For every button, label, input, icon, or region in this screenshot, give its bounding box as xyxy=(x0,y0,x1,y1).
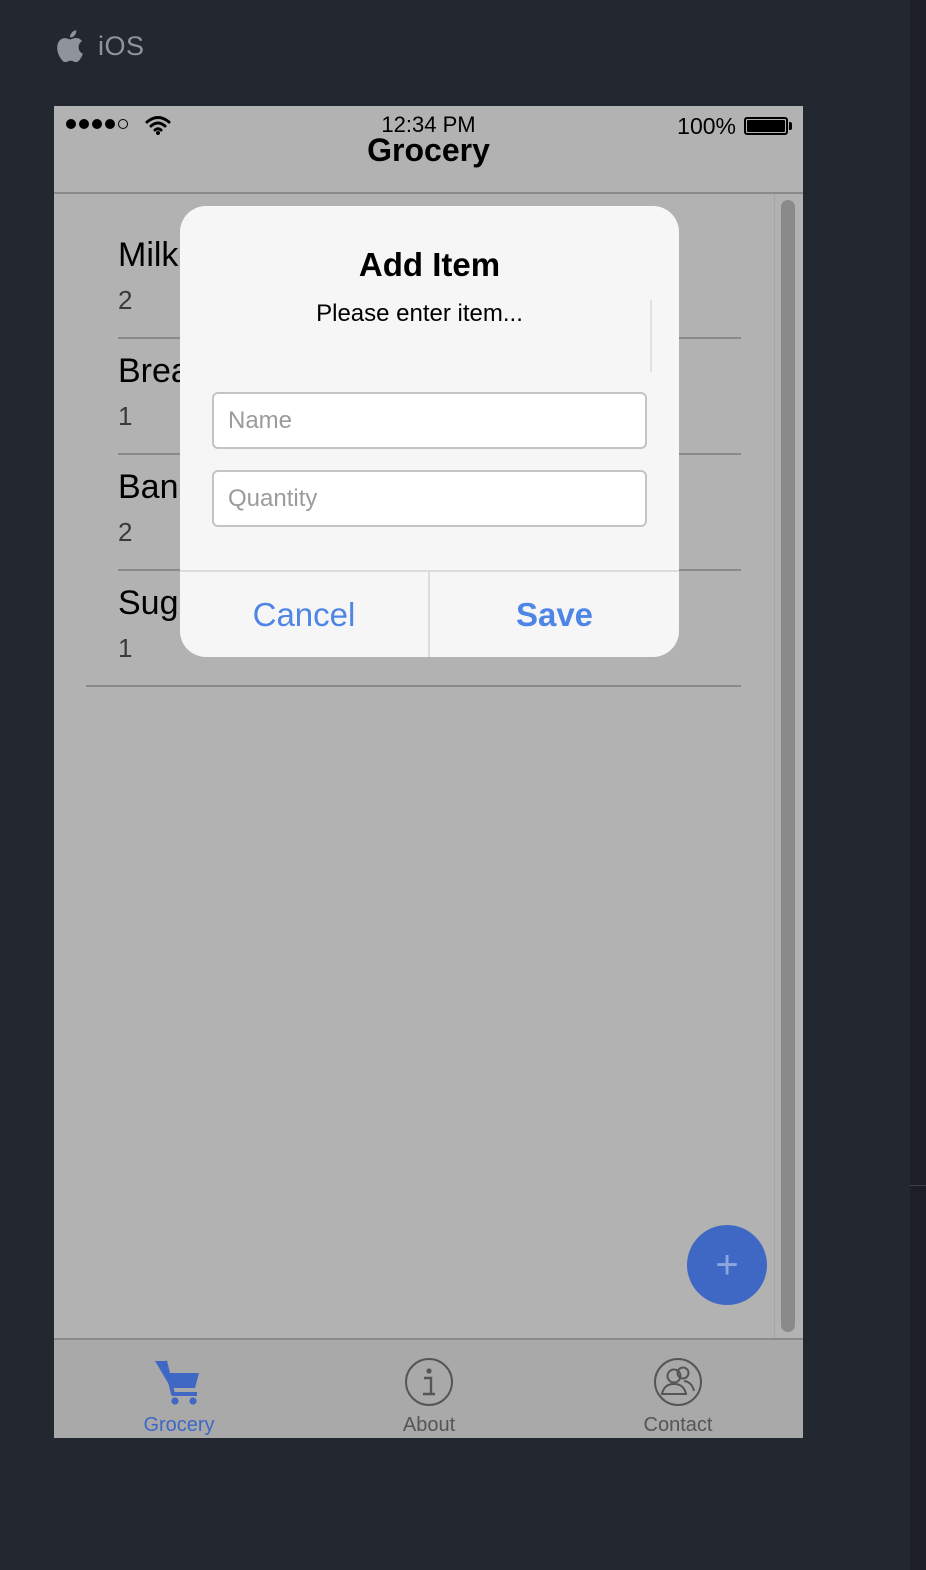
cart-icon xyxy=(155,1360,199,1405)
dialog-title: Add Item xyxy=(358,246,501,283)
add-item-dialog: Add Item Please enter item... Cancel Sav… xyxy=(180,206,679,657)
page-title: Grocery xyxy=(367,132,490,168)
add-item-button[interactable]: + xyxy=(687,1225,767,1305)
dialog-message-scroll-indicator xyxy=(650,300,652,372)
tab-label: About xyxy=(402,1414,456,1436)
tab-label: Contact xyxy=(643,1414,713,1436)
item-quantity: 1 xyxy=(118,633,133,663)
tab-bar: Grocery About Contact xyxy=(54,1338,803,1438)
cancel-button[interactable]: Cancel xyxy=(180,572,428,657)
contacts-icon xyxy=(654,1358,702,1406)
platform-label: iOS xyxy=(98,30,145,61)
scrollbar-thumb[interactable] xyxy=(781,200,795,1332)
info-icon xyxy=(405,1358,453,1406)
apple-icon xyxy=(57,30,83,63)
dialog-message: Please enter item... xyxy=(316,300,523,327)
tab-about[interactable]: About xyxy=(304,1340,554,1438)
row-divider xyxy=(86,685,741,687)
quantity-input[interactable] xyxy=(212,470,647,527)
name-input[interactable] xyxy=(212,392,647,449)
save-button[interactable]: Save xyxy=(430,572,679,657)
tab-label: Grocery xyxy=(143,1414,215,1436)
battery-tip xyxy=(789,122,792,130)
platform-indicator: iOS xyxy=(54,26,145,66)
right-edge-panel xyxy=(910,0,926,1570)
item-name: Milk xyxy=(118,236,179,274)
plus-icon: + xyxy=(715,1243,739,1287)
tab-contact[interactable]: Contact xyxy=(553,1340,803,1438)
scrollbar[interactable] xyxy=(774,194,803,1340)
tab-grocery[interactable]: Grocery xyxy=(54,1340,304,1438)
